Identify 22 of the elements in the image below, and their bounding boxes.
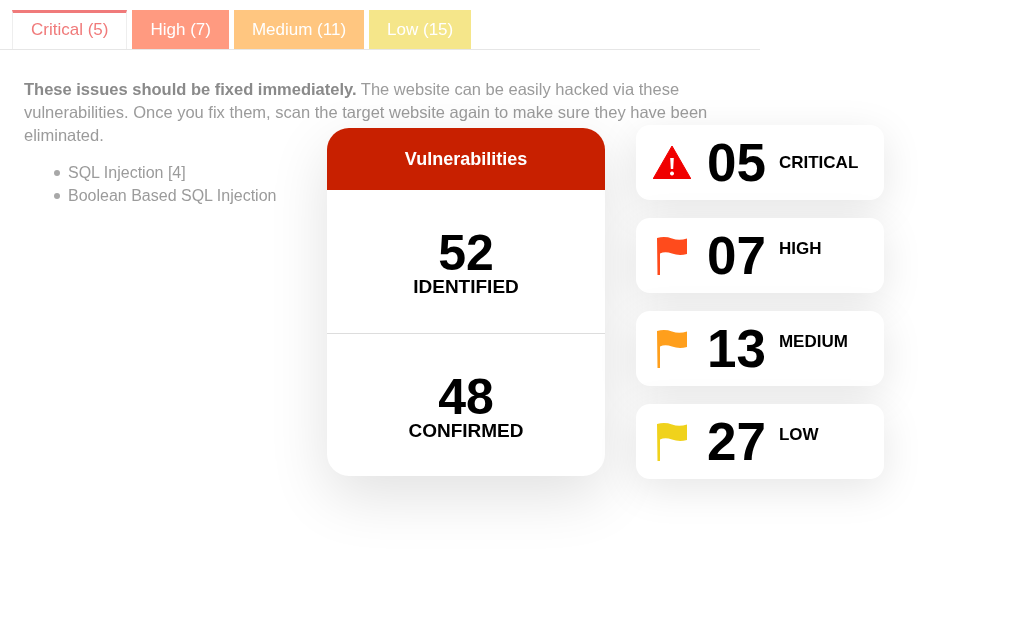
stat-label: CONFIRMED xyxy=(408,419,524,442)
issue-text: Boolean Based SQL Injection xyxy=(68,185,277,206)
severity-label: LOW xyxy=(778,423,819,446)
severity-count: 13 xyxy=(707,322,766,375)
severity-tab[interactable]: Critical (5) xyxy=(12,10,128,49)
severity-tab[interactable]: High (7) xyxy=(132,10,229,49)
severity-count: 05 xyxy=(707,136,766,189)
stat-value: 48 xyxy=(438,373,494,420)
severity-tab[interactable]: Medium (11) xyxy=(233,10,365,49)
description-text: These issues should be fixed immediately. The website can be easily hacked via these vulnerabilities. Once you fix them, scan the target website again to make sure they have been eliminated. xyxy=(24,79,709,146)
severity-count: 27 xyxy=(707,415,766,468)
severity-label: MEDIUM xyxy=(778,330,848,353)
card-title: Vulnerabilities xyxy=(404,147,528,171)
stat-value: 52 xyxy=(438,230,494,277)
stat-label: IDENTIFIED xyxy=(413,276,519,299)
issue-text: SQL Injection [4] xyxy=(68,162,186,183)
severity-count: 07 xyxy=(707,229,766,282)
bullet-icon xyxy=(54,192,60,199)
severity-label: HIGH xyxy=(778,237,822,260)
severity-label: CRITICAL xyxy=(778,151,859,174)
severity-tab[interactable]: Low (15) xyxy=(369,10,472,49)
bullet-icon xyxy=(54,169,60,176)
